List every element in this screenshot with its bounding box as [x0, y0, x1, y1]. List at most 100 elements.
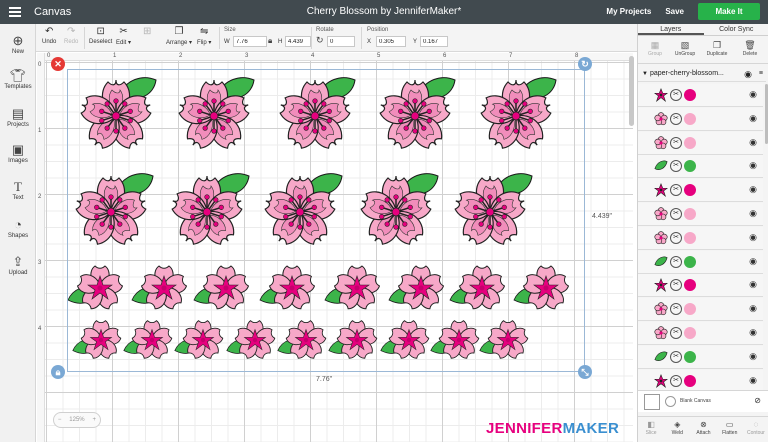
- zoom-control[interactable]: − 125% +: [53, 412, 101, 428]
- cut-operation-icon[interactable]: ✂: [670, 327, 682, 339]
- eye-icon[interactable]: ◉: [744, 66, 752, 81]
- eye-icon[interactable]: ◉: [749, 327, 757, 338]
- cut-operation-icon[interactable]: ✂: [670, 231, 682, 244]
- layer-color-swatch[interactable]: [684, 374, 696, 387]
- flatten-button[interactable]: ▭ Flatten: [717, 417, 743, 442]
- eye-icon[interactable]: ◉: [749, 303, 757, 314]
- eye-icon[interactable]: ◉: [749, 113, 757, 124]
- cut-operation-icon[interactable]: ✂: [670, 184, 682, 197]
- resize-handle[interactable]: ⤡: [578, 365, 592, 379]
- panel-tabs: Layers Color Sync: [638, 24, 768, 36]
- eye-icon[interactable]: ◉: [749, 184, 757, 195]
- combine-actions: ◧ Slice ◈ Weld ⊗ Attach ▭ Flatten ◌ Contour: [638, 416, 768, 442]
- group-label: Group: [648, 51, 662, 57]
- cut-operation-icon[interactable]: ✂: [670, 255, 682, 268]
- layer-row[interactable]: ✂ ◉: [638, 179, 763, 203]
- cut-operation-icon[interactable]: ✂: [670, 303, 682, 316]
- cut-operation-icon[interactable]: ✂: [670, 112, 682, 125]
- eye-icon[interactable]: ◉: [749, 208, 757, 219]
- eye-icon[interactable]: ◉: [749, 375, 757, 386]
- lock-handle[interactable]: 🔒︎: [51, 365, 65, 379]
- cut-operation-icon[interactable]: ✂: [670, 279, 682, 292]
- zoom-in-icon[interactable]: +: [93, 417, 97, 423]
- layer-color-swatch[interactable]: [684, 255, 696, 268]
- cut-operation-icon[interactable]: ✂: [670, 374, 682, 387]
- layer-row[interactable]: ✂ ◉: [638, 84, 763, 107]
- zoom-out-icon[interactable]: −: [58, 417, 62, 423]
- blank-canvas-row[interactable]: Blank Canvas ⊘: [638, 390, 768, 412]
- trash-icon: 🗑︎: [744, 40, 756, 50]
- layer-row[interactable]: ✂ ◉: [638, 250, 763, 274]
- delete-handle[interactable]: ✕: [51, 57, 65, 71]
- layer-color-swatch[interactable]: [684, 231, 696, 244]
- collapse-arrow-icon[interactable]: ▼: [642, 71, 648, 77]
- layer-group-name: paper-cherry-blossom...: [649, 70, 724, 77]
- slice-button[interactable]: ◧ Slice: [638, 417, 664, 442]
- layer-row[interactable]: ✂ ◉: [638, 131, 763, 155]
- layer-row[interactable]: ✂ ◉: [638, 203, 763, 226]
- layer-row[interactable]: ✂ ◉: [638, 226, 763, 250]
- eye-hidden-icon[interactable]: ⊘: [754, 396, 761, 405]
- cut-operation-icon[interactable]: ✂: [670, 208, 682, 220]
- flower-thumbnail-icon: [654, 231, 668, 245]
- tab-color-sync[interactable]: Color Sync: [704, 24, 768, 35]
- layer-group-header[interactable]: ▼ paper-cherry-blossom... ◉ ≡: [638, 66, 766, 82]
- drag-handle-icon[interactable]: ≡: [759, 66, 763, 81]
- layer-row[interactable]: ✂ ◉: [638, 155, 763, 179]
- layer-row[interactable]: ✂ ◉: [638, 345, 763, 369]
- eye-icon[interactable]: ◉: [749, 256, 757, 267]
- eye-icon[interactable]: ◉: [749, 232, 757, 243]
- layer-row[interactable]: ✂ ◉: [638, 322, 763, 345]
- weld-icon: ◈: [674, 420, 681, 429]
- eye-icon[interactable]: ◉: [749, 351, 757, 362]
- blank-canvas-label: Blank Canvas: [680, 398, 711, 404]
- eye-icon[interactable]: ◉: [749, 160, 757, 171]
- layer-color-swatch[interactable]: [684, 89, 696, 101]
- contour-icon: ◌: [753, 420, 759, 429]
- weld-label: Weld: [671, 430, 683, 436]
- eye-icon[interactable]: ◉: [749, 89, 757, 100]
- delete-button[interactable]: 🗑︎ Delete: [735, 39, 765, 57]
- layer-color-swatch[interactable]: [684, 350, 696, 363]
- attach-label: Attach: [696, 430, 711, 436]
- contour-button[interactable]: ◌ Contour: [743, 417, 768, 442]
- canvas-scrollbar[interactable]: [629, 56, 634, 126]
- layer-color-swatch[interactable]: [684, 303, 696, 316]
- star-thumbnail-icon: [653, 278, 669, 293]
- logo-part-1: JENNIFER: [486, 420, 563, 437]
- contour-label: Contour: [747, 430, 765, 436]
- cut-operation-icon[interactable]: ✂: [670, 160, 682, 173]
- attach-button[interactable]: ⊗ Attach: [690, 417, 716, 442]
- layer-row[interactable]: ✂ ◉: [638, 107, 763, 131]
- flower-thumbnail-icon: [654, 112, 668, 126]
- duplicate-button[interactable]: ❐ Duplicate: [702, 39, 732, 57]
- layer-color-swatch[interactable]: [684, 136, 696, 149]
- tab-layers[interactable]: Layers: [638, 24, 704, 35]
- rotate-handle[interactable]: ↻: [578, 57, 592, 71]
- canvas-color-circle[interactable]: [665, 396, 676, 407]
- layer-color-swatch[interactable]: [684, 279, 696, 292]
- canvas-swatch[interactable]: [644, 394, 660, 410]
- eye-icon[interactable]: ◉: [749, 279, 757, 290]
- weld-button[interactable]: ◈ Weld: [664, 417, 690, 442]
- ungroup-button[interactable]: ▧ UnGroup: [670, 39, 700, 57]
- layers-panel: Layers Color Sync ▦ Group ▧ UnGroup ❐ Dupli…: [637, 24, 768, 442]
- layer-color-swatch[interactable]: [684, 112, 696, 125]
- star-thumbnail-icon: [653, 88, 669, 103]
- layer-color-swatch[interactable]: [684, 327, 696, 339]
- ungroup-icon: ▧: [680, 40, 690, 50]
- duplicate-icon: ❐: [712, 40, 722, 50]
- layer-color-swatch[interactable]: [684, 184, 696, 197]
- group-button[interactable]: ▦ Group: [640, 39, 670, 57]
- cut-operation-icon[interactable]: ✂: [670, 136, 682, 149]
- layer-color-swatch[interactable]: [684, 160, 696, 173]
- layer-color-swatch[interactable]: [684, 208, 696, 220]
- cut-operation-icon[interactable]: ✂: [670, 350, 682, 363]
- cut-operation-icon[interactable]: ✂: [670, 89, 682, 101]
- layer-row[interactable]: ✂ ◉: [638, 298, 763, 322]
- layer-row[interactable]: ✂ ◉: [638, 274, 763, 298]
- delete-label: Delete: [742, 51, 758, 57]
- eye-icon[interactable]: ◉: [749, 137, 757, 148]
- flower-thumbnail-icon: [654, 135, 668, 150]
- star-thumbnail-icon: [653, 373, 669, 388]
